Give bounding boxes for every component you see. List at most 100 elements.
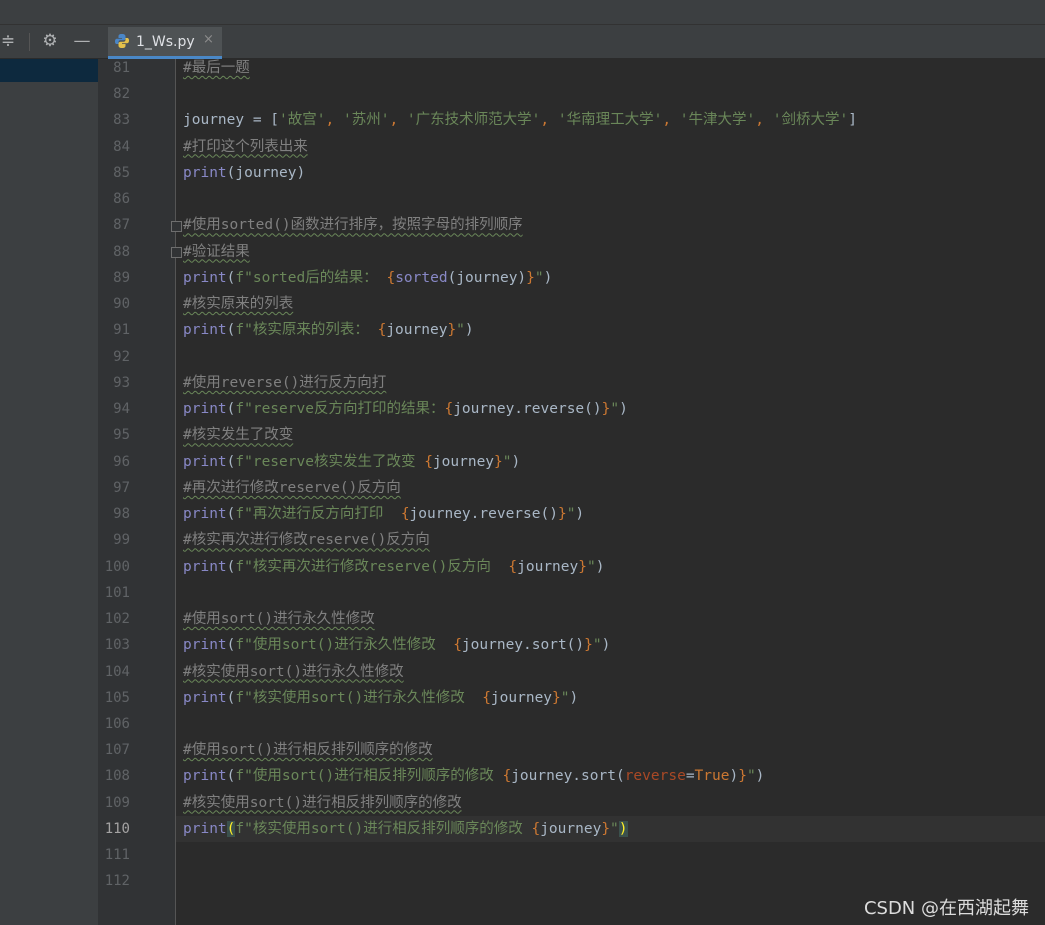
code-token: journey [490, 689, 553, 706]
line-number: 86 [113, 191, 130, 208]
tab-label: 1_Ws.py [136, 34, 195, 50]
code-token: journey = [ [183, 112, 280, 129]
code-token: } [578, 558, 587, 575]
code-text[interactable]: #核实使用sort()进行相反排列顺序的修改 [183, 790, 462, 816]
line-number: 94 [113, 401, 130, 418]
code-text[interactable]: print(f"核实使用sort()进行相反排列顺序的修改 {journey}"… [183, 816, 628, 842]
line-number: 82 [113, 86, 130, 103]
gear-icon[interactable]: ⚙ [40, 31, 60, 51]
code-line[interactable]: 85 print(journey) [0, 160, 1045, 186]
code-line[interactable]: 98 print(f"再次进行反方向打印 {journey.reverse()}"… [0, 501, 1045, 527]
code-text[interactable]: #验证结果 [183, 239, 250, 265]
code-line[interactable]: 100 print(f"核实再次进行修改reserve()反方向 {journey… [0, 554, 1045, 580]
code-token: ) [595, 558, 605, 575]
code-text[interactable]: print(journey) [183, 160, 305, 186]
code-text[interactable]: #使用sorted()函数进行排序，按照字母的排列顺序 [183, 212, 523, 238]
code-line[interactable]: 89 print(f"sorted后的结果： {sorted(journey)}"… [0, 265, 1045, 291]
code-text[interactable]: #打印这个列表出来 [183, 134, 308, 160]
close-icon[interactable]: × [203, 32, 214, 47]
code-token: ) [511, 453, 521, 470]
code-comment: #打印这个列表出来 [183, 138, 308, 155]
code-line[interactable]: 110 print(f"核实使用sort()进行相反排列顺序的修改 {journe… [0, 815, 1045, 842]
code-line[interactable]: 86 [0, 186, 1045, 212]
code-text[interactable]: print(f"sorted后的结果： {sorted(journey)}") [183, 265, 552, 291]
code-line[interactable]: 91 print(f"核实原来的列表： {journey}") [0, 317, 1045, 343]
code-line[interactable]: 97 #再次进行修改reserve()反方向 [0, 475, 1045, 501]
code-token: '牛津大学' [679, 112, 756, 129]
code-text[interactable]: print(f"核实原来的列表： {journey}") [183, 317, 474, 343]
code-text[interactable]: #使用sort()进行相反排列顺序的修改 [183, 737, 433, 763]
code-line[interactable]: 104 #核实使用sort()进行永久性修改 [0, 659, 1045, 685]
code-text[interactable]: print(f"reserve核实发生了改变 {journey}") [183, 449, 520, 475]
code-text[interactable]: print(f"核实使用sort()进行永久性修改 {journey}") [183, 685, 578, 711]
code-token: ] [848, 112, 857, 129]
fold-marker-icon[interactable] [171, 247, 182, 258]
code-text[interactable]: print(f"再次进行反方向打印 {journey.reverse()}") [183, 501, 584, 527]
code-text[interactable]: #核实使用sort()进行永久性修改 [183, 659, 404, 685]
code-text[interactable]: journey = ['故宫', '苏州', '广东技术师范大学', '华南理工… [183, 107, 857, 133]
code-token: } [557, 506, 567, 523]
code-text[interactable]: #最后一题 [183, 55, 250, 81]
code-token: '苏州' [342, 112, 390, 129]
code-line[interactable]: 94 print(f"reserve反方向打印的结果：{journey.rever… [0, 396, 1045, 422]
code-text[interactable]: #使用reverse()进行反方向打 [183, 370, 386, 396]
code-line[interactable]: 103 print(f"使用sort()进行永久性修改 {journey.sort… [0, 632, 1045, 658]
code-line[interactable]: 93 #使用reverse()进行反方向打 [0, 370, 1045, 396]
code-comment: #使用reverse()进行反方向打 [183, 374, 387, 391]
code-text[interactable]: #再次进行修改reserve()反方向 [183, 475, 401, 501]
code-line[interactable]: 99 #核实再次进行修改reserve()反方向 [0, 527, 1045, 553]
code-text[interactable]: print(f"reserve反方向打印的结果：{journey.reverse… [183, 396, 628, 422]
code-line[interactable]: 101 [0, 580, 1045, 606]
code-line[interactable]: 81 #最后一题 [0, 55, 1045, 81]
code-text[interactable]: #核实再次进行修改reserve()反方向 [183, 527, 430, 553]
code-line[interactable]: 107 #使用sort()进行相反排列顺序的修改 [0, 737, 1045, 763]
code-comment: #使用sorted()函数进行排序，按照字母的排列顺序 [183, 217, 523, 234]
line-number: 105 [104, 689, 130, 706]
code-token: , [325, 112, 343, 129]
code-token: ) [601, 637, 611, 654]
code-token: journey.sort() [461, 637, 585, 654]
line-number: 92 [113, 348, 130, 365]
code-text[interactable]: #核实原来的列表 [183, 291, 293, 317]
line-number: 85 [113, 164, 130, 181]
minimize-icon[interactable]: — [72, 31, 92, 51]
code-text[interactable]: print(f"使用sort()进行永久性修改 {journey.sort()}… [183, 632, 610, 658]
code-token: print [183, 401, 227, 418]
code-line[interactable]: 95 #核实发生了改变 [0, 422, 1045, 448]
code-token: f"再次进行反方向打印 [235, 506, 401, 523]
code-line[interactable]: 82 [0, 81, 1045, 107]
line-number: 95 [113, 427, 130, 444]
code-token: ) [464, 322, 474, 339]
code-line[interactable]: 88 #验证结果 [0, 239, 1045, 265]
code-line[interactable]: 111 [0, 842, 1045, 868]
code-line[interactable]: 109 #核实使用sort()进行相反排列顺序的修改 [0, 790, 1045, 816]
code-token: (journey) [226, 164, 306, 181]
code-line[interactable]: 92 [0, 344, 1045, 370]
code-line[interactable]: 84 #打印这个列表出来 [0, 134, 1045, 160]
code-token: " [586, 558, 596, 575]
code-token: '广东技术师范大学' [406, 112, 541, 129]
code-text[interactable]: #核实发生了改变 [183, 422, 293, 448]
code-text[interactable]: #使用sort()进行永久性修改 [183, 606, 375, 632]
code-token: journey.sort( [511, 768, 625, 785]
code-token: journey [386, 322, 448, 339]
code-line[interactable]: 87 #使用sorted()函数进行排序，按照字母的排列顺序 [0, 212, 1045, 238]
code-token: print [183, 453, 227, 470]
code-line[interactable]: 102 #使用sort()进行永久性修改 [0, 606, 1045, 632]
code-token: print [183, 768, 227, 785]
code-line[interactable]: 108 print(f"使用sort()进行相反排列顺序的修改 {journey.… [0, 763, 1045, 789]
code-line[interactable]: 106 [0, 711, 1045, 737]
code-line[interactable]: 105 print(f"核实使用sort()进行永久性修改 {journey}") [0, 685, 1045, 711]
code-line[interactable]: 90 #核实原来的列表 [0, 291, 1045, 317]
code-token: True [694, 768, 730, 785]
code-token: } [494, 453, 503, 470]
line-number: 98 [113, 506, 130, 523]
code-line[interactable]: 112 [0, 868, 1045, 894]
line-number: 111 [104, 847, 130, 864]
code-text[interactable]: print(f"核实再次进行修改reserve()反方向 {journey}") [183, 554, 604, 580]
code-text[interactable]: print(f"使用sort()进行相反排列顺序的修改 {journey.sor… [183, 763, 764, 789]
collapse-all-icon[interactable]: ≑ [0, 31, 18, 51]
code-line[interactable]: 96 print(f"reserve核实发生了改变 {journey}") [0, 449, 1045, 475]
fold-marker-icon[interactable] [171, 221, 182, 232]
code-line[interactable]: 83 journey = ['故宫', '苏州', '广东技术师范大学', '华南… [0, 107, 1045, 133]
